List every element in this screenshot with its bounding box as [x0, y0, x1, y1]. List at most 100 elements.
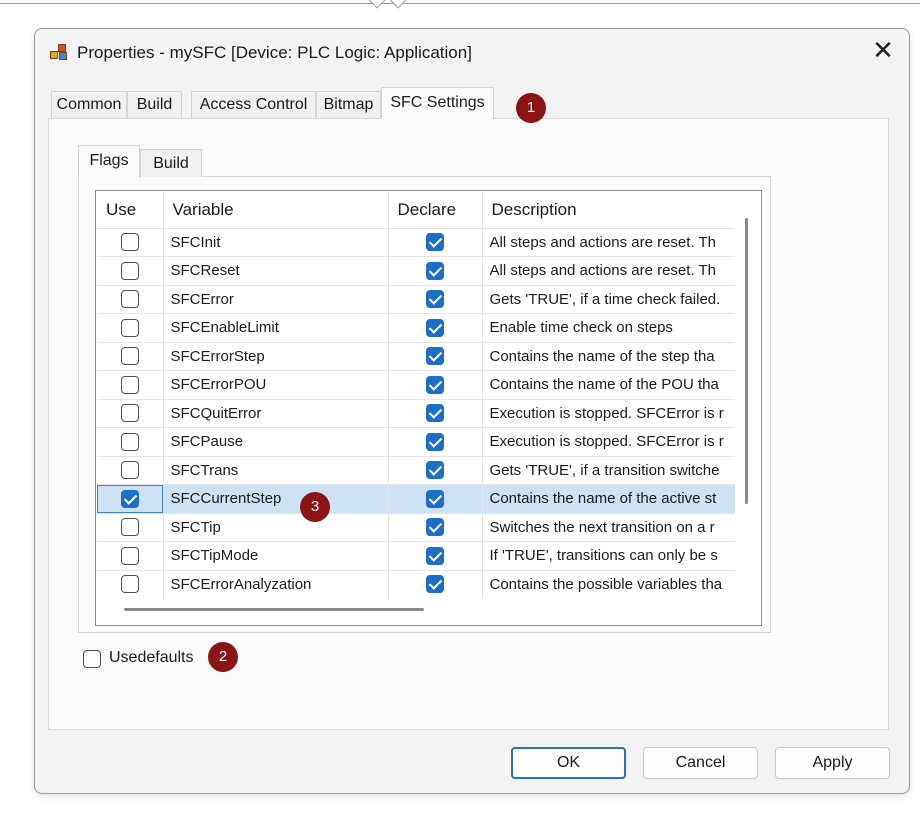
declare-cell: [388, 541, 483, 571]
declare-checkbox[interactable]: [426, 546, 444, 565]
table-row[interactable]: SFCErrorAnalyzation Contains the possible…: [97, 570, 735, 598]
declare-checkbox[interactable]: [426, 375, 444, 394]
tab-common[interactable]: Common: [51, 91, 127, 118]
use-checkbox[interactable]: [120, 461, 139, 480]
tab-build[interactable]: Build: [127, 91, 182, 118]
use-cell: [97, 370, 164, 400]
tab-access-control[interactable]: Access Control: [191, 91, 316, 118]
grid-viewport: Use Variable Declare Description SFCInit…: [97, 192, 735, 598]
table-row[interactable]: SFCError Gets 'TRUE', if a time check fai…: [97, 285, 735, 314]
apply-button[interactable]: Apply: [775, 747, 890, 779]
table-row[interactable]: SFCPause Execution is stopped. SFCError i…: [97, 427, 735, 457]
close-icon[interactable]: ✕: [871, 37, 895, 63]
use-checkbox[interactable]: [120, 347, 139, 366]
use-checkbox[interactable]: [120, 546, 139, 565]
declare-cell: [388, 285, 483, 314]
declare-checkbox[interactable]: [426, 404, 444, 423]
table-row[interactable]: SFCQuitError Execution is stopped. SFCErr…: [97, 399, 735, 428]
description-cell: Enable time check on steps: [482, 313, 735, 343]
table-row[interactable]: SFCTip Switches the next transition on a …: [97, 513, 735, 542]
use-checkbox[interactable]: [120, 518, 139, 537]
use-cell: [97, 427, 164, 457]
variable-cell: SFCError: [163, 285, 389, 314]
declare-cell: [388, 570, 483, 598]
use-cell: [97, 285, 164, 314]
declare-checkbox[interactable]: [426, 347, 444, 366]
cancel-button[interactable]: Cancel: [643, 747, 758, 779]
tab-build-sub[interactable]: Build: [140, 149, 202, 177]
table-row[interactable]: SFCInit All steps and actions are reset. …: [97, 228, 735, 257]
declare-checkbox[interactable]: [426, 290, 444, 309]
declare-checkbox[interactable]: [426, 461, 444, 480]
declare-cell: [388, 256, 483, 286]
variable-cell: SFCTip: [163, 513, 389, 542]
use-checkbox[interactable]: [120, 432, 139, 451]
column-header-variable[interactable]: Variable: [163, 192, 389, 229]
variable-cell: SFCErrorAnalyzation: [163, 570, 389, 598]
table-row[interactable]: SFCTipMode If 'TRUE', transitions can onl…: [97, 541, 735, 571]
description-cell: Switches the next transition on a r: [482, 513, 735, 542]
use-checkbox[interactable]: [120, 404, 139, 423]
description-cell: Gets 'TRUE', if a transition switche: [482, 456, 735, 485]
use-defaults-checkbox[interactable]: [83, 650, 101, 668]
declare-cell: [388, 370, 483, 400]
column-header-use[interactable]: Use: [97, 192, 164, 229]
flags-table: Use Variable Declare Description SFCInit…: [97, 192, 735, 598]
description-cell: Contains the name of the POU tha: [482, 370, 735, 400]
header-row: Use Variable Declare Description: [97, 192, 735, 229]
description-cell: Gets 'TRUE', if a time check failed.: [482, 285, 735, 314]
declare-cell: [388, 513, 483, 542]
use-cell: [97, 399, 164, 428]
table-row[interactable]: SFCTrans Gets 'TRUE', if a transition swi…: [97, 456, 735, 485]
variable-cell: SFCCurrentStep: [163, 484, 389, 514]
declare-checkbox[interactable]: [426, 318, 444, 337]
table-row[interactable]: SFCErrorStep Contains the name of the ste…: [97, 342, 735, 371]
use-cell: [97, 570, 164, 598]
background-notch: [368, 0, 386, 9]
variable-cell: SFCReset: [163, 256, 389, 286]
variable-cell: SFCQuitError: [163, 399, 389, 428]
use-checkbox[interactable]: [120, 575, 139, 594]
use-checkbox[interactable]: [120, 233, 139, 252]
tab-sfc-settings[interactable]: SFC Settings: [381, 87, 494, 119]
declare-checkbox[interactable]: [426, 261, 444, 280]
declare-cell: [388, 228, 483, 257]
tab-bitmap[interactable]: Bitmap: [316, 91, 381, 118]
declare-checkbox[interactable]: [426, 575, 444, 594]
column-header-declare[interactable]: Declare: [388, 192, 483, 229]
variable-cell: SFCErrorPOU: [163, 370, 389, 400]
use-checkbox[interactable]: [120, 489, 139, 508]
use-cell: [97, 313, 164, 343]
description-cell: Contains the name of the step tha: [482, 342, 735, 371]
use-checkbox[interactable]: [120, 375, 139, 394]
tab-flags[interactable]: Flags: [78, 145, 140, 178]
use-cell: [97, 513, 164, 542]
table-row[interactable]: SFCEnableLimit Enable time check on steps: [97, 313, 735, 343]
ok-button[interactable]: OK: [511, 747, 626, 779]
flags-grid: Use Variable Declare Description SFCInit…: [95, 190, 762, 626]
use-cell: [97, 342, 164, 371]
variable-cell: SFCPause: [163, 427, 389, 457]
table-row[interactable]: SFCReset All steps and actions are reset.…: [97, 256, 735, 286]
column-header-description[interactable]: Description: [482, 192, 735, 229]
declare-checkbox[interactable]: [426, 233, 444, 252]
table-row[interactable]: SFCErrorPOU Contains the name of the POU …: [97, 370, 735, 400]
use-checkbox[interactable]: [120, 318, 139, 337]
vertical-scrollbar[interactable]: [745, 218, 748, 504]
variable-cell: SFCEnableLimit: [163, 313, 389, 343]
variable-cell: SFCTipMode: [163, 541, 389, 571]
use-cell: [97, 541, 164, 571]
table-row[interactable]: SFCCurrentStep Contains the name of the a…: [97, 484, 735, 514]
description-cell: If 'TRUE', transitions can only be s: [482, 541, 735, 571]
use-checkbox[interactable]: [120, 261, 139, 280]
description-cell: All steps and actions are reset. Th: [482, 228, 735, 257]
use-cell: [97, 484, 164, 514]
declare-checkbox[interactable]: [426, 432, 444, 451]
declare-checkbox[interactable]: [426, 489, 444, 508]
variable-cell: SFCErrorStep: [163, 342, 389, 371]
title-bar: Properties - mySFC [Device: PLC Logic: A…: [35, 29, 909, 77]
horizontal-scrollbar[interactable]: [124, 608, 424, 611]
use-checkbox[interactable]: [120, 290, 139, 309]
declare-checkbox[interactable]: [426, 518, 444, 537]
use-cell: [97, 256, 164, 286]
